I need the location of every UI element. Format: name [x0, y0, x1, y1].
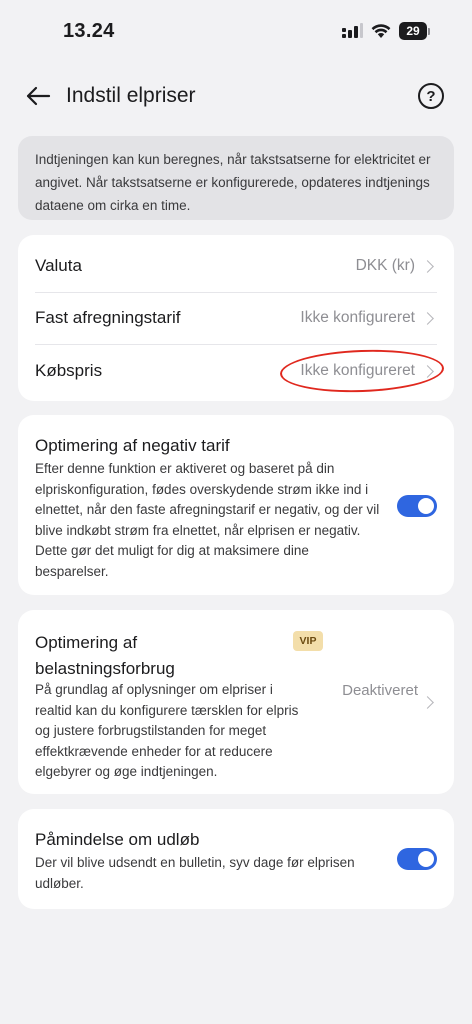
currency-value: DKK (kr): [355, 257, 415, 274]
chevron-right-icon: [421, 364, 434, 378]
vip-badge: VIP: [293, 631, 323, 651]
toggle-knob: [418, 498, 434, 514]
purchase-price-label: Købspris: [35, 361, 103, 380]
back-button[interactable]: [22, 80, 54, 112]
purchase-price-row[interactable]: Købspris Ikke konfigureret: [18, 345, 454, 397]
expiry-reminder-card: Påmindelse om udløb Der vil blive udsend…: [18, 809, 454, 909]
expiry-reminder-toggle[interactable]: [397, 848, 437, 870]
negative-tariff-description: Efter denne funktion er aktiveret og bas…: [35, 461, 380, 579]
page-title: Indstil elpriser: [66, 84, 196, 107]
price-settings-card: Valuta DKK (kr) Fast afregningstarif Ikk…: [18, 235, 454, 401]
wifi-icon: [371, 24, 391, 38]
load-optimization-description: På grundlag af oplysninger om elpriser i…: [35, 682, 299, 779]
fixed-settlement-tariff-value: Ikke konfigureret: [300, 309, 415, 326]
app-header: Indstil elpriser ?: [0, 78, 472, 114]
negative-tariff-title: Optimering af negativ tarif: [35, 436, 230, 455]
fixed-settlement-tariff-row[interactable]: Fast afregningstarif Ikke konfigureret: [18, 292, 454, 344]
chevron-right-icon: [421, 259, 434, 273]
info-banner: Indtjeningen kan kun beregnes, når takst…: [18, 136, 454, 220]
status-bar: 13.24 29: [0, 0, 472, 64]
load-optimization-title: Optimering af belastningsforbrug: [35, 633, 175, 678]
battery-tip: [428, 27, 430, 35]
cellular-signal-icon: [342, 23, 363, 38]
currency-label: Valuta: [35, 256, 82, 275]
chevron-right-icon: [421, 311, 434, 325]
expiry-reminder-title: Påmindelse om udløb: [35, 830, 200, 849]
battery-icon: 29: [399, 22, 430, 40]
arrow-left-icon: [26, 86, 51, 106]
load-optimization-status[interactable]: Deaktiveret: [340, 678, 418, 704]
purchase-price-value: Ikke konfigureret: [300, 362, 415, 379]
fixed-settlement-tariff-label: Fast afregningstarif: [35, 308, 181, 327]
question-mark-icon: ?: [426, 87, 436, 105]
currency-row[interactable]: Valuta DKK (kr): [18, 240, 454, 292]
negative-tariff-toggle[interactable]: [397, 495, 437, 517]
help-button[interactable]: ?: [418, 83, 444, 109]
status-time: 13.24: [63, 20, 115, 42]
battery-level: 29: [399, 22, 427, 40]
expiry-reminder-description: Der vil blive udsendt en bulletin, syv d…: [35, 855, 355, 891]
status-icons: 29: [341, 22, 430, 40]
toggle-knob: [418, 851, 434, 867]
load-optimization-card[interactable]: Optimering af belastningsforbrug VIP På …: [18, 610, 454, 794]
chevron-right-icon: [421, 696, 434, 709]
negative-tariff-card: Optimering af negativ tarif Efter denne …: [18, 415, 454, 595]
